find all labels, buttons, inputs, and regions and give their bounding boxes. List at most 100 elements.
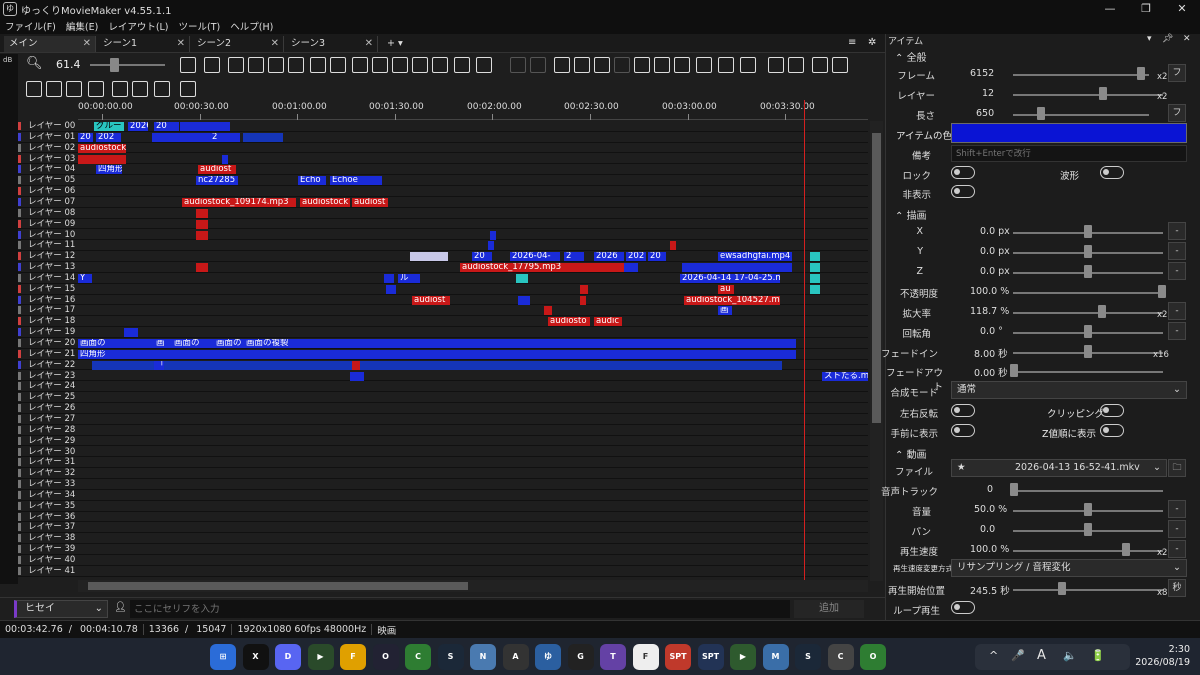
paste-button[interactable] [594,57,610,73]
fadeout-value[interactable]: 0.00 秒 [974,365,1008,379]
file-select[interactable]: ★ 2026-04-13 16-52-41.mkv ⌄ [951,459,1167,477]
layer-marker[interactable] [18,469,21,478]
playhead[interactable] [804,100,805,592]
track-slider-thumb[interactable] [1010,483,1018,496]
layer-marker[interactable] [18,132,21,141]
layer-row[interactable]: レイヤー 37 [18,522,868,534]
layer-row[interactable]: レイヤー 31 [18,457,868,469]
pin-icon[interactable]: 📌︎ [1162,34,1173,44]
add-text-button[interactable] [204,57,220,73]
timeline-clip[interactable] [810,252,820,262]
screenshot-button[interactable] [154,81,170,97]
taskbar-app-icon[interactable]: S [795,644,821,670]
timeline-clip[interactable]: audiostock_104527.mp [684,295,780,305]
timeline-clip[interactable] [350,371,364,381]
timeline-clip[interactable] [196,219,208,229]
timeline-clip[interactable] [410,252,448,262]
add-audio-button[interactable] [248,57,264,73]
layer-row[interactable]: レイヤー 32 [18,468,868,479]
layer-marker[interactable] [18,545,21,554]
taskbar-app-icon[interactable]: M [762,644,789,670]
layer-marker[interactable] [18,187,21,196]
start-unit-button[interactable]: 秒 [1168,579,1186,597]
timeline-clip[interactable] [243,132,283,142]
memo-input[interactable] [951,145,1187,162]
timeline-clip[interactable] [544,306,552,316]
timeline-clip[interactable]: audiost [198,165,236,175]
taskbar-app-icon[interactable]: ⊞ [210,644,236,670]
menu-layout[interactable]: レイアウト(L) [103,19,173,33]
layer-row[interactable]: レイヤー 40 [18,555,868,566]
align-button[interactable] [696,57,712,73]
layer-row[interactable]: レイヤー 08 [18,208,868,219]
tab-scene2[interactable]: シーン2 ✕ [192,36,284,52]
timeline-clip[interactable]: 画 [718,306,732,316]
layer-marker[interactable] [18,425,21,434]
timeline-clip[interactable] [222,154,228,164]
timeline-clip[interactable]: 四角形 [78,349,796,359]
close-icon[interactable]: ✕ [1183,34,1191,44]
rotation-slider-thumb[interactable] [1084,325,1092,338]
x-slider-thumb[interactable] [1084,225,1092,238]
pan-menu-button[interactable]: - [1168,520,1186,538]
frame-value[interactable]: 6152 [970,68,994,79]
character-select[interactable]: ヒセイ ⌄ [14,600,108,618]
section-draw[interactable]: ⌃ 描画 [895,207,927,222]
add-face-button[interactable] [330,57,346,73]
taskbar-app-icon[interactable]: SPT [697,644,724,670]
opacity-slider-thumb[interactable] [1158,285,1166,298]
y-menu-button[interactable]: - [1168,242,1186,260]
timeline-clip[interactable] [196,263,208,273]
speed-menu-button[interactable]: - [1168,540,1186,558]
timeline-clip[interactable] [92,360,782,370]
y-slider-thumb[interactable] [1084,245,1092,258]
taskbar-app-icon[interactable]: N [470,644,496,670]
rotation-menu-button[interactable]: - [1168,322,1186,340]
layer-marker[interactable] [18,458,21,467]
layer-marker[interactable] [18,349,21,358]
layer-marker[interactable] [18,328,21,337]
layer-row[interactable]: レイヤー 09 [18,219,868,230]
layer-row[interactable]: レイヤー 15 [18,284,868,295]
timeline-clip[interactable] [490,230,496,240]
timeline-clip[interactable]: 2026-04-14 17-04-25.mk [680,273,780,283]
layer-row[interactable]: レイヤー 29 [18,436,868,447]
layer-marker[interactable] [18,382,21,391]
close-icon[interactable]: ✕ [271,36,279,52]
layer-slider[interactable] [1013,94,1163,96]
layer-marker[interactable] [18,447,21,456]
z-value[interactable]: 0.0 px [980,266,1010,277]
layer-marker[interactable] [18,523,21,532]
layer-marker[interactable] [18,339,21,347]
tab-scene3[interactable]: シーン3 ✕ [286,36,378,52]
fadeout-slider-thumb[interactable] [1010,364,1018,377]
battery-icon[interactable]: 🔋 [1091,649,1105,662]
delete-button[interactable] [768,57,784,73]
blend-select[interactable]: 通常 ⌄ [951,381,1187,399]
scroll-thumb[interactable] [88,582,468,590]
item-color-swatch[interactable] [951,123,1187,143]
timeline-clip[interactable]: Echo [298,176,326,186]
start-slider[interactable] [1013,589,1163,591]
close-icon[interactable]: ✕ [365,36,373,52]
timeline-clip[interactable]: 202 [626,252,646,262]
taskbar-app-icon[interactable]: SPT [665,644,691,670]
layer-row[interactable]: レイヤー 04 [18,164,868,176]
timeline-clip[interactable]: 2 [564,252,584,262]
zoom-slider[interactable] [1013,312,1163,314]
timeline-clip[interactable] [386,284,396,294]
timeline-clip[interactable] [124,328,138,338]
taskbar-app-icon[interactable]: ゆ [535,644,561,670]
taskbar-app-icon[interactable]: D [275,644,301,670]
zoom-slider-thumb[interactable] [110,58,119,72]
layer-value[interactable]: 12 [982,88,994,99]
menu-icon[interactable]: ≡ [848,37,856,48]
timeline-clip[interactable]: 20 [78,132,93,142]
layer-row[interactable]: レイヤー 28 [18,425,868,436]
timeline-clip[interactable]: audic [594,317,622,327]
layer-marker[interactable] [18,393,21,402]
layer-marker[interactable] [18,436,21,445]
timeline-clip[interactable]: audiostock [300,197,350,207]
timeline-clip[interactable] [384,273,394,283]
x-value[interactable]: 0.0 px [980,226,1010,237]
